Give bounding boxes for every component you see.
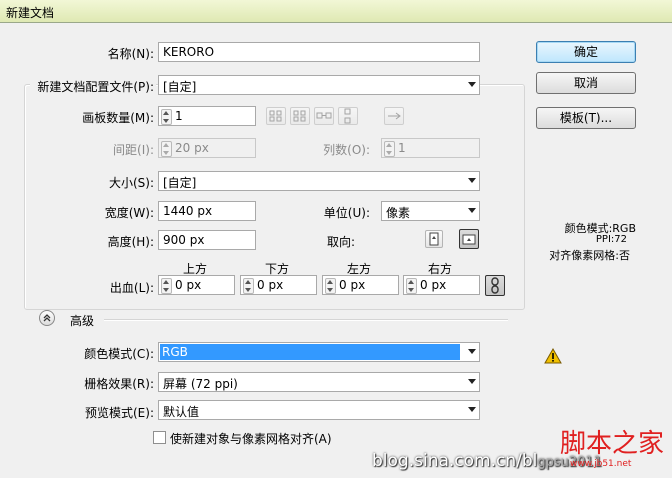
templates-button[interactable]: 模板(T)... xyxy=(536,107,636,129)
color-mode-label: 颜色模式(C): xyxy=(84,347,154,361)
size-label: 大小(S): xyxy=(108,176,154,190)
info-align-grid: 对齐像素网格:否 xyxy=(549,249,630,262)
name-value: KERORO xyxy=(163,45,215,59)
stepper-arrows-icon[interactable] xyxy=(243,278,254,294)
chevron-down-icon xyxy=(468,82,476,87)
name-field[interactable]: KERORO xyxy=(158,42,480,62)
columns-label: 列数(O): xyxy=(323,143,370,157)
spacing-stepper[interactable]: 20 px xyxy=(158,138,256,158)
info-ppi: PPI:72 xyxy=(595,234,627,245)
advanced-label: 高级 xyxy=(70,314,95,328)
artboards-label: 画板数量(M): xyxy=(82,111,154,125)
width-label: 宽度(W): xyxy=(104,206,154,220)
chevron-down-icon xyxy=(468,349,476,354)
title-bar: 新建文档 xyxy=(0,0,672,22)
stepper-arrows-icon[interactable] xyxy=(384,141,395,157)
stepper-arrows-icon[interactable] xyxy=(161,109,172,125)
units-value: 像素 xyxy=(386,206,411,220)
chevron-down-icon xyxy=(468,178,476,183)
cancel-button[interactable]: 取消 xyxy=(536,72,636,94)
stepper-arrows-icon[interactable] xyxy=(406,278,417,294)
align-pixel-grid-checkbox[interactable] xyxy=(153,431,166,444)
bleed-right-stepper[interactable]: 0 px xyxy=(403,275,480,295)
columns-stepper[interactable]: 1 xyxy=(381,138,480,158)
size-select[interactable]: [自定] xyxy=(158,171,480,191)
preview-mode-select[interactable]: 默认值 xyxy=(158,400,480,420)
artboards-value: 1 xyxy=(175,109,183,123)
units-select[interactable]: 像素 xyxy=(381,201,480,221)
chevron-down-icon xyxy=(468,208,476,213)
color-mode-select[interactable]: RGB xyxy=(158,342,480,362)
window-title: 新建文档 xyxy=(6,6,55,20)
bleed-right-value: 0 px xyxy=(420,278,447,292)
blog-watermark-text: blog.sina.com.cn/bl xyxy=(372,451,538,471)
stepper-arrows-icon[interactable] xyxy=(325,278,336,294)
columns-value: 1 xyxy=(398,141,406,155)
site-watermark-en: www.jb51.net xyxy=(570,459,632,469)
bleed-top-value: 0 px xyxy=(175,278,202,292)
height-label: 高度(H): xyxy=(107,235,154,249)
raster-effects-select[interactable]: 屏幕 (72 ppi) xyxy=(158,372,480,392)
grid-by-column-icon[interactable] xyxy=(290,107,310,125)
warning-icon xyxy=(544,347,562,364)
bleed-left-stepper[interactable]: 0 px xyxy=(322,275,399,295)
height-value: 900 px xyxy=(163,233,205,247)
portrait-orientation-icon[interactable] xyxy=(425,230,443,248)
collapse-advanced-icon[interactable] xyxy=(39,310,55,326)
chevron-down-icon xyxy=(468,407,476,412)
bleed-label: 出血(L): xyxy=(109,281,154,295)
stepper-arrows-icon[interactable] xyxy=(161,141,172,157)
units-label: 单位(U): xyxy=(323,206,370,220)
width-field[interactable]: 1440 px xyxy=(158,201,256,221)
name-label: 名称(N): xyxy=(107,47,154,61)
raster-effects-label: 栅格效果(R): xyxy=(84,377,154,391)
width-value: 1440 px xyxy=(163,204,213,218)
bleed-left-value: 0 px xyxy=(339,278,366,292)
grid-by-row-icon[interactable] xyxy=(266,107,286,125)
landscape-orientation-icon[interactable] xyxy=(459,229,479,249)
height-field[interactable]: 900 px xyxy=(158,230,256,250)
site-watermark-cn: 脚本之家 xyxy=(560,429,665,459)
left-to-right-layout-icon[interactable] xyxy=(384,107,404,125)
profile-value: [自定] xyxy=(163,80,197,94)
color-mode-value: RGB xyxy=(160,344,460,360)
profile-select[interactable]: [自定] xyxy=(158,75,480,95)
stepper-arrows-icon[interactable] xyxy=(161,278,172,294)
bleed-bottom-value: 0 px xyxy=(257,278,284,292)
spacing-label: 间距(I): xyxy=(113,143,154,157)
preview-mode-label: 预览模式(E): xyxy=(85,406,154,420)
spacing-value: 20 px xyxy=(175,141,209,155)
ok-button[interactable]: 确定 xyxy=(536,41,636,63)
bleed-top-stepper[interactable]: 0 px xyxy=(158,275,235,295)
preview-mode-value: 默认值 xyxy=(163,405,200,419)
arrange-by-column-icon[interactable] xyxy=(338,107,358,125)
artboards-stepper[interactable]: 1 xyxy=(158,106,256,126)
align-pixel-grid-label[interactable]: 使新建对象与像素网格对齐(A) xyxy=(170,430,332,447)
bleed-bottom-stepper[interactable]: 0 px xyxy=(240,275,317,295)
orientation-label: 取向: xyxy=(326,235,355,249)
advanced-divider xyxy=(104,319,508,321)
new-document-dialog: 名称(N): KERORO 新建文档配置文件(P): [自定] 画板数量(M):… xyxy=(0,22,672,478)
raster-effects-value: 屏幕 (72 ppi) xyxy=(163,377,238,391)
chevron-down-icon xyxy=(468,379,476,384)
link-bleed-icon[interactable] xyxy=(485,275,505,296)
arrange-by-row-icon[interactable] xyxy=(314,107,334,125)
profile-label: 新建文档配置文件(P): xyxy=(30,78,156,95)
size-value: [自定] xyxy=(163,176,197,190)
